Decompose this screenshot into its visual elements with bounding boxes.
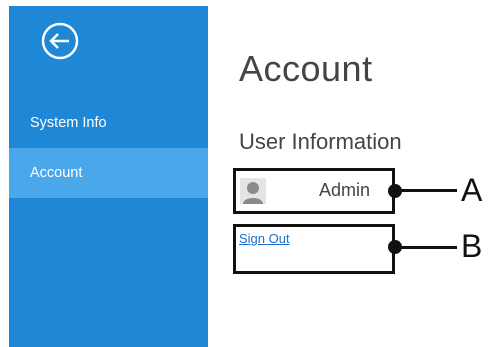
callout-b-label: B bbox=[461, 228, 483, 264]
callout-a-line bbox=[395, 189, 457, 192]
back-arrow-circle-icon bbox=[41, 22, 79, 60]
sidebar-item-system-info[interactable]: System Info bbox=[9, 98, 208, 148]
section-heading-user-information: User Information bbox=[239, 129, 402, 154]
sidebar: System Info Account bbox=[9, 6, 208, 347]
user-account-box: Admin bbox=[233, 168, 395, 214]
sign-out-link[interactable]: Sign Out bbox=[239, 231, 290, 246]
page-title: Account bbox=[239, 48, 373, 89]
user-name: Admin bbox=[318, 180, 370, 200]
callout-b-line bbox=[395, 246, 457, 249]
sidebar-item-label: System Info bbox=[30, 115, 107, 131]
sidebar-item-label: Account bbox=[30, 165, 83, 181]
callout-a-label: A bbox=[461, 172, 483, 208]
sidebar-item-account[interactable]: Account bbox=[9, 148, 208, 198]
sign-out-box: Sign Out bbox=[233, 224, 395, 274]
user-avatar-icon bbox=[240, 178, 266, 204]
back-button[interactable] bbox=[40, 21, 80, 61]
